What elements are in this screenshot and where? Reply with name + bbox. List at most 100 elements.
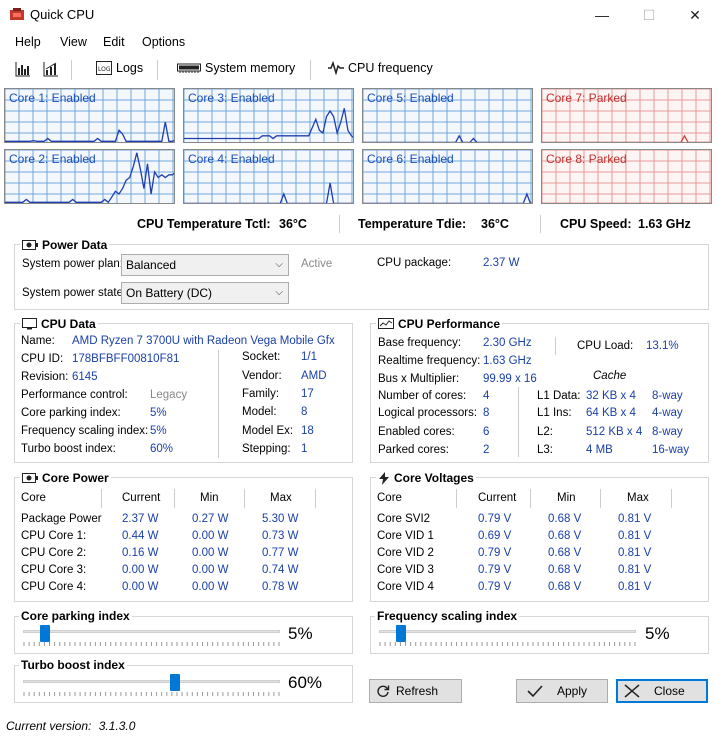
turbo-boost-slider-track[interactable] bbox=[23, 680, 280, 683]
core-load-trace bbox=[184, 108, 353, 140]
column-divider bbox=[530, 489, 531, 508]
cpu-load-label: CPU Load: bbox=[577, 340, 634, 352]
table-cell: 5.30 W bbox=[262, 513, 299, 525]
cache-size-value: 4 MB bbox=[586, 444, 613, 456]
power-state-select[interactable]: On Battery (DC) ⌵ bbox=[121, 282, 289, 304]
memory-icon bbox=[177, 63, 201, 73]
frequency-scaling-slider-title: Frequency scaling index bbox=[375, 609, 520, 623]
close-button[interactable]: Close bbox=[616, 679, 708, 703]
model-value: 8 bbox=[301, 406, 308, 418]
table-cell: 0.81 V bbox=[618, 513, 652, 525]
table-cell: 0.00 W bbox=[122, 564, 159, 576]
maximize-button[interactable]: ☐ bbox=[626, 0, 672, 30]
svg-text:LOG: LOG bbox=[98, 66, 111, 73]
logical-processors-value: 8 bbox=[483, 407, 490, 419]
menu-help[interactable]: Help bbox=[15, 35, 41, 49]
cpu-frequency-button[interactable]: CPU frequency bbox=[328, 61, 433, 75]
column-header: Max bbox=[627, 492, 649, 504]
menu-view[interactable]: View bbox=[60, 35, 87, 49]
family-value: 17 bbox=[301, 388, 314, 400]
column-divider bbox=[456, 489, 457, 508]
lightning-icon bbox=[379, 471, 389, 485]
cpu-speed-value: 1.63 GHz bbox=[638, 217, 691, 231]
performance-icon bbox=[378, 318, 394, 329]
table-cell: 0.00 W bbox=[192, 547, 229, 559]
minimize-button[interactable]: — bbox=[579, 0, 625, 30]
table-row-label: Core VID 2 bbox=[377, 547, 434, 559]
refresh-button[interactable]: Refresh bbox=[369, 679, 462, 703]
toolbar: LOG Logs System memory CPU frequency bbox=[0, 56, 719, 84]
table-cell: 0.68 V bbox=[548, 513, 582, 525]
frequency-scaling-slider-track[interactable] bbox=[379, 630, 636, 633]
table-row-label: Core VID 1 bbox=[377, 530, 434, 542]
column-divider bbox=[671, 489, 672, 508]
frequency-scaling-slider-value: 5% bbox=[645, 624, 670, 643]
column-divider bbox=[174, 489, 175, 508]
system-memory-button[interactable]: System memory bbox=[177, 61, 295, 75]
tctl-label: CPU Temperature Tctl: bbox=[137, 217, 271, 231]
app-icon bbox=[10, 8, 24, 20]
parked-cores-value: 2 bbox=[483, 444, 490, 456]
slider-ticks bbox=[23, 642, 280, 646]
core-load-trace bbox=[5, 121, 174, 142]
core-parking-slider-track[interactable] bbox=[23, 630, 280, 633]
checkmark-icon bbox=[527, 685, 543, 698]
table-cell: 0.68 V bbox=[548, 547, 582, 559]
separator bbox=[540, 215, 541, 233]
core-load-trace bbox=[184, 182, 353, 203]
table-cell: 0.27 W bbox=[192, 513, 229, 525]
power-plan-status: Active bbox=[301, 258, 333, 270]
table-cell: 0.81 V bbox=[618, 581, 652, 593]
power-plan-label: System power plan: bbox=[22, 258, 123, 270]
enabled-cores-label: Enabled cores: bbox=[378, 426, 455, 438]
core-graph-label: Core 1: Enabled bbox=[9, 91, 96, 105]
core-parking-slider-thumb[interactable] bbox=[39, 625, 50, 642]
separator bbox=[555, 337, 556, 355]
menu-bar: Help View Edit Options bbox=[0, 31, 719, 53]
cache-level-label: L2: bbox=[537, 426, 553, 438]
status-bar: Current version: 3.1.3.0 bbox=[6, 719, 135, 733]
core-graph-label: Core 3: Enabled bbox=[188, 91, 275, 105]
turbo-boost-slider-thumb[interactable] bbox=[170, 674, 181, 691]
bar-chart-button[interactable] bbox=[15, 61, 31, 77]
cpu-performance-title: CPU Performance bbox=[376, 317, 503, 331]
tctl-value: 36°C bbox=[279, 217, 307, 231]
table-row-label: CPU Core 3: bbox=[21, 564, 87, 576]
menu-options[interactable]: Options bbox=[142, 35, 185, 49]
close-window-button[interactable]: ✕ bbox=[672, 0, 718, 30]
turbo-boost-label: Turbo boost index: bbox=[21, 443, 116, 455]
column-header: Max bbox=[270, 492, 292, 504]
core-load-trace bbox=[363, 134, 532, 142]
apply-button[interactable]: Apply bbox=[516, 679, 608, 703]
table-row-label: Core VID 3 bbox=[377, 564, 434, 576]
cpu-package-value: 2.37 W bbox=[483, 257, 520, 269]
cache-size-value: 32 KB x 4 bbox=[586, 390, 636, 402]
table-cell: 0.16 W bbox=[122, 547, 159, 559]
line-chart-button[interactable] bbox=[43, 61, 59, 77]
slider-ticks bbox=[379, 642, 636, 646]
column-divider bbox=[244, 489, 245, 508]
core-graph: Core 4: Enabled bbox=[183, 149, 354, 204]
separator bbox=[218, 350, 219, 458]
table-cell: 0.79 V bbox=[478, 564, 512, 576]
table-cell: 0.81 V bbox=[618, 547, 652, 559]
socket-value: 1/1 bbox=[301, 351, 317, 363]
slider-ticks bbox=[23, 692, 280, 696]
system-memory-label: System memory bbox=[205, 61, 296, 75]
power-plan-select[interactable]: Balanced ⌵ bbox=[121, 254, 289, 276]
performance-control-value: Legacy bbox=[150, 389, 188, 401]
cpu-id-value: 178BFBFF00810F81 bbox=[72, 353, 180, 365]
table-cell: 0.00 W bbox=[192, 564, 229, 576]
core-graph: Core 6: Enabled bbox=[362, 149, 533, 204]
core-graph-label: Core 2: Enabled bbox=[9, 152, 96, 166]
cpu-id-label: CPU ID: bbox=[21, 353, 64, 365]
logs-button[interactable]: LOG Logs bbox=[96, 61, 143, 75]
close-icon bbox=[624, 684, 640, 698]
core-graph-label: Core 6: Enabled bbox=[367, 152, 454, 166]
table-cell: 0.79 V bbox=[478, 581, 512, 593]
frequency-scaling-slider-thumb[interactable] bbox=[395, 625, 406, 642]
toolbar-separator bbox=[71, 60, 72, 80]
bar-chart-icon bbox=[15, 62, 30, 77]
menu-edit[interactable]: Edit bbox=[103, 35, 125, 49]
core-load-trace bbox=[363, 192, 532, 203]
